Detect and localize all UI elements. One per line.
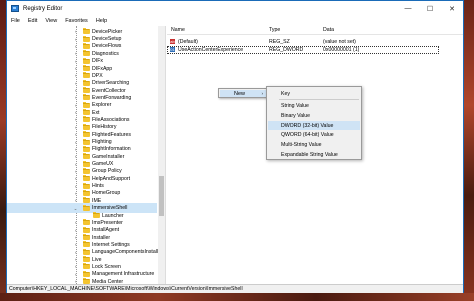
- menu-edit[interactable]: Edit: [28, 18, 37, 24]
- context-menu-new[interactable]: New ›: [220, 90, 266, 97]
- menu-help[interactable]: Help: [96, 18, 107, 24]
- window-title: Registry Editor: [23, 5, 63, 12]
- registry-tree: › DevicePicker › DeviceSetup › DeviceFlows › Di…: [7, 26, 166, 284]
- menu-favorites[interactable]: Favorites: [65, 18, 88, 24]
- string-value-icon: ab: [170, 39, 175, 44]
- value-data: 0x00000001 (1): [323, 47, 360, 53]
- maximize-button[interactable]: ☐: [419, 1, 441, 16]
- value-name: UseActionCenterExperience: [178, 47, 244, 53]
- minimize-button[interactable]: —: [397, 1, 419, 16]
- submenu-item-label: Multi-String Value: [281, 141, 322, 148]
- submenu-item-label: DWORD (32-bit) Value: [281, 122, 334, 129]
- submenu-item-dword-value[interactable]: DWORD (32-bit) Value: [268, 121, 360, 130]
- value-name: (Default): [178, 39, 198, 45]
- column-name-header[interactable]: Name: [171, 27, 185, 33]
- submenu-item-qword-value[interactable]: QWORD (64-bit) Value: [268, 130, 360, 139]
- tree-scrollbar-thumb[interactable]: [159, 176, 164, 216]
- dword-value-icon: 01: [170, 47, 175, 52]
- submenu-item-label: Expandable String Value: [281, 151, 338, 158]
- value-data: (value not set): [323, 39, 356, 45]
- value-row-use-action-center[interactable]: 01 UseActionCenterExperience REG_DWORD 0…: [167, 46, 463, 54]
- value-type: REG_DWORD: [269, 47, 304, 53]
- registry-path: Computer\HKEY_LOCAL_MACHINE\SOFTWARE\Mic…: [9, 286, 243, 292]
- submenu-arrow-icon: ›: [261, 91, 264, 96]
- desktop-background-right: [464, 0, 474, 301]
- submenu-item-label: QWORD (64-bit) Value: [281, 131, 334, 138]
- context-menu: New ›: [218, 88, 268, 98]
- title-bar[interactable]: Registry Editor — ☐ ✕: [7, 1, 463, 16]
- value-row-default[interactable]: ab (Default) REG_SZ (value not set): [167, 38, 463, 46]
- menu-bar: File Edit View Favorites Help: [7, 16, 463, 26]
- list-header: Name Type Data: [167, 26, 463, 35]
- submenu-item-expandable-string-value[interactable]: Expandable String Value: [268, 150, 360, 159]
- submenu-item-label: Key: [281, 90, 290, 97]
- column-data-header[interactable]: Data: [323, 27, 334, 33]
- menu-file[interactable]: File: [11, 18, 20, 24]
- value-type: REG_SZ: [269, 39, 290, 45]
- context-menu-new-label: New: [234, 90, 246, 97]
- close-button[interactable]: ✕: [441, 1, 463, 16]
- submenu-item-label: Binary Value: [281, 112, 311, 119]
- submenu-item-string-value[interactable]: String Value: [268, 101, 360, 110]
- submenu-separator: [279, 99, 359, 100]
- submenu-item-label: String Value: [281, 102, 309, 109]
- window-controls: — ☐ ✕: [397, 1, 463, 16]
- submenu-item-multi-string-value[interactable]: Multi-String Value: [268, 140, 360, 149]
- column-type-header[interactable]: Type: [269, 27, 280, 33]
- submenu-item-binary-value[interactable]: Binary Value: [268, 111, 360, 120]
- new-submenu: Key String Value Binary Value DWORD (32-…: [266, 86, 362, 160]
- submenu-item-key[interactable]: Key: [268, 89, 360, 98]
- registry-editor-window: Registry Editor — ☐ ✕ File Edit View Fav…: [6, 0, 464, 293]
- menu-view[interactable]: View: [45, 18, 57, 24]
- status-bar: Computer\HKEY_LOCAL_MACHINE\SOFTWARE\Mic…: [7, 284, 463, 293]
- taskbar-strip: [0, 293, 474, 301]
- registry-editor-icon: [11, 5, 19, 12]
- tree-item[interactable]: › Media Center: [7, 277, 157, 284]
- tree-scrollbar[interactable]: [158, 26, 165, 284]
